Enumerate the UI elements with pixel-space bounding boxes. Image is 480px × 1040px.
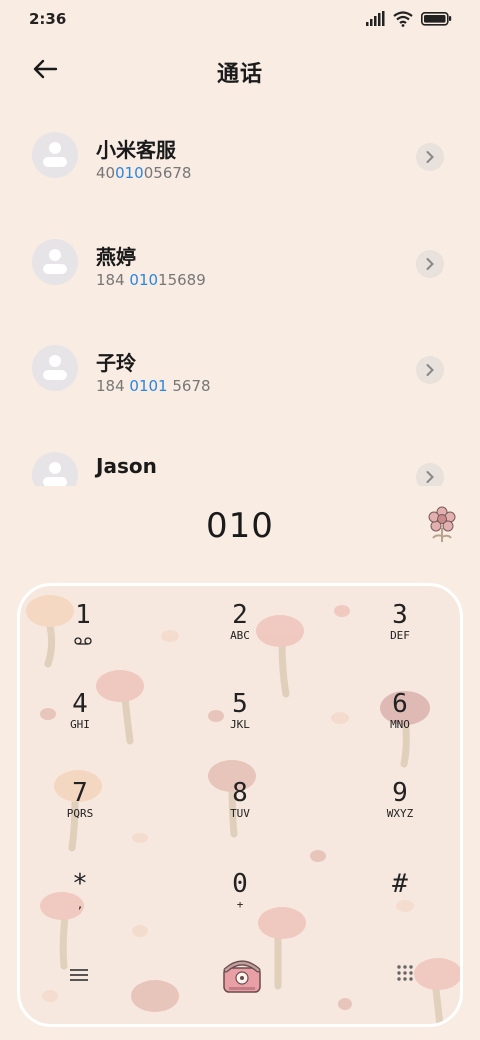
- call-button[interactable]: [220, 954, 264, 1000]
- key-8[interactable]: 8 TUV: [180, 778, 300, 858]
- key-5[interactable]: 5 JKL: [180, 689, 300, 769]
- dialpad-icon: [397, 965, 413, 981]
- dialpad: 1 2 ABC 3 DEF 4 GHI 5 JKL 6 MNO 7 PQRS 8 TUV 9W…: [17, 583, 463, 1027]
- contact-item[interactable]: 子玲 184 0101 5678: [0, 313, 480, 419]
- flower-button[interactable]: [424, 506, 460, 546]
- voicemail-icon: [74, 637, 92, 645]
- flower-icon: [428, 506, 456, 542]
- status-bar: 2:36: [0, 0, 480, 40]
- avatar: [32, 345, 78, 391]
- contact-name: Jason: [96, 454, 157, 478]
- contact-list[interactable]: 小米客服 4001005678 燕婷 184 01015689 子玲 184 0…: [0, 100, 480, 486]
- contact-name: 燕婷: [96, 245, 136, 269]
- signal-icon: [366, 11, 385, 26]
- contact-detail-button[interactable]: [416, 463, 444, 486]
- call-button-icon: [223, 960, 261, 993]
- contact-number: 184 0101 5678: [96, 377, 211, 395]
- chevron-right-icon: [426, 258, 434, 270]
- key-0[interactable]: 0 +: [180, 869, 300, 949]
- menu-button[interactable]: [70, 967, 88, 986]
- wifi-icon: [393, 11, 413, 27]
- contact-name: 子玲: [96, 351, 136, 375]
- contact-item[interactable]: Jason: [0, 420, 480, 486]
- key-1[interactable]: 1: [23, 600, 143, 680]
- contact-detail-button[interactable]: [416, 250, 444, 278]
- chevron-right-icon: [426, 471, 434, 483]
- contact-item[interactable]: 小米客服 4001005678: [0, 100, 480, 206]
- key-7[interactable]: 7 PQRS: [20, 778, 140, 858]
- key-star[interactable]: *,: [20, 869, 140, 949]
- chevron-right-icon: [426, 151, 434, 163]
- contact-item[interactable]: 燕婷 184 01015689: [0, 207, 480, 313]
- contact-number: 184 01015689: [96, 271, 206, 289]
- avatar: [32, 452, 78, 486]
- contact-detail-button[interactable]: [416, 356, 444, 384]
- key-4[interactable]: 4 GHI: [20, 689, 140, 769]
- avatar: [32, 132, 78, 178]
- key-9[interactable]: 9 WXYZ: [340, 778, 460, 858]
- avatar: [32, 239, 78, 285]
- chevron-right-icon: [426, 364, 434, 376]
- contact-detail-button[interactable]: [416, 143, 444, 171]
- key-hash[interactable]: #: [340, 869, 460, 949]
- contact-name: 小米客服: [96, 138, 176, 162]
- battery-icon: [421, 12, 452, 26]
- header: 通话: [0, 40, 480, 100]
- dialed-number: 010: [206, 506, 274, 546]
- contact-number: 4001005678: [96, 164, 192, 182]
- status-icons: [366, 11, 454, 27]
- page-title: 通话: [216, 62, 263, 87]
- key-2[interactable]: 2 ABC: [180, 600, 300, 680]
- key-6[interactable]: 6 MNO: [340, 689, 460, 769]
- key-3[interactable]: 3 DEF: [340, 600, 460, 680]
- dialpad-toggle-button[interactable]: [396, 964, 414, 986]
- status-time: 2:36: [29, 10, 67, 28]
- menu-icon: [70, 969, 88, 981]
